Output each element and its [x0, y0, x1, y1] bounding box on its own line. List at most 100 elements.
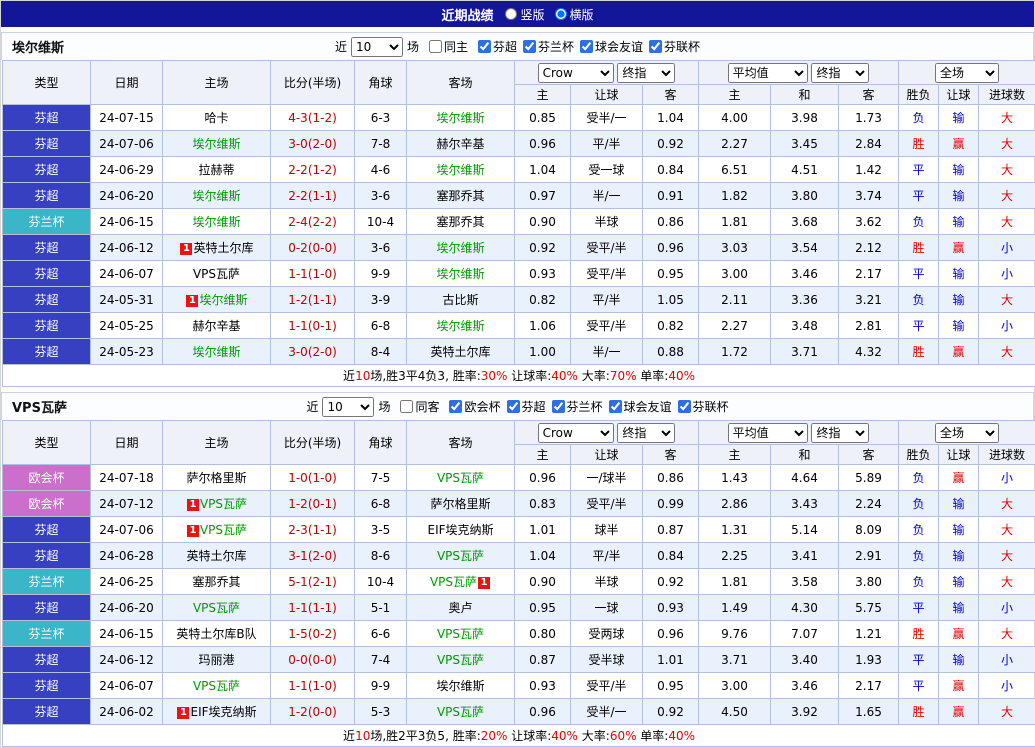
away-team: 塞那乔其	[407, 183, 515, 209]
team-label: 英特土尔库	[193, 241, 253, 255]
focal-team-label: VPS瓦萨	[437, 653, 484, 667]
result-handicap: 输	[939, 313, 979, 339]
league-filter-input[interactable]	[580, 40, 593, 53]
view-option-horizontal[interactable]: 横版	[555, 6, 594, 23]
match-row: 芬超24-06-20埃尔维斯2-2(1-1)3-6塞那乔其0.97半/一0.91…	[3, 183, 1035, 209]
summary-text: 40%	[551, 729, 578, 743]
match-row: 芬超24-06-021EIF埃克纳斯1-2(0-0)5-3VPS瓦萨0.96受半…	[3, 699, 1035, 725]
league-filter-input[interactable]	[552, 400, 565, 413]
euro-home: 3.03	[699, 235, 771, 261]
topbar: 近期战绩 竖版横版	[1, 1, 1034, 27]
euro-home: 1.72	[699, 339, 771, 365]
corner-score: 7-4	[355, 647, 407, 673]
league-filter-checkbox[interactable]: 芬联杯	[678, 398, 729, 415]
view-option-label: 横版	[570, 6, 594, 23]
match-count-select[interactable]: 10	[322, 397, 374, 417]
scope-select[interactable]: 全场	[935, 423, 999, 443]
odds-provider-mode-select[interactable]: 终指	[617, 63, 675, 83]
league-filter-input[interactable]	[449, 400, 462, 413]
result-handicap: 输	[939, 595, 979, 621]
home-team: VPS瓦萨	[163, 595, 271, 621]
league-filter-checkbox[interactable]: 芬联杯	[649, 38, 700, 55]
match-type: 欧会杯	[3, 465, 91, 491]
team-label: 塞那乔其	[192, 575, 240, 589]
league-filter-label: 芬超	[522, 398, 546, 415]
league-filter-input[interactable]	[609, 400, 622, 413]
average-select[interactable]: 平均值	[728, 423, 808, 443]
view-radio[interactable]	[505, 8, 517, 20]
view-mode-radios: 竖版 横版	[505, 6, 593, 23]
same-venue-input[interactable]	[429, 40, 442, 53]
match-row: 芬超24-05-25赫尔辛基1-1(0-1)6-8埃尔维斯1.06受平/半0.8…	[3, 313, 1035, 339]
euro-home: 2.11	[699, 287, 771, 313]
focal-team-label: VPS瓦萨	[193, 601, 240, 615]
league-filter-checkbox[interactable]: 芬超	[507, 398, 546, 415]
league-filter-checkbox[interactable]: 芬超	[478, 38, 517, 55]
match-count-select[interactable]: 10	[351, 37, 403, 57]
same-venue-checkbox[interactable]: 同主	[429, 38, 468, 55]
asian-away: 0.86	[643, 465, 699, 491]
team-label: EIF埃克纳斯	[190, 705, 256, 719]
result-group: 全场	[899, 421, 1035, 445]
view-option-vertical[interactable]: 竖版	[505, 6, 544, 23]
match-score: 1-5(0-2)	[271, 621, 355, 647]
average-mode-select[interactable]: 终指	[811, 63, 869, 83]
corner-score: 4-6	[355, 157, 407, 183]
league-filter-checkbox[interactable]: 芬兰杯	[523, 38, 574, 55]
league-filter-checkbox[interactable]: 球会友谊	[580, 38, 643, 55]
asian-handicap: 受平/半	[571, 673, 643, 699]
col-asian-away: 客	[643, 85, 699, 105]
summary-text: 让球率:	[507, 729, 551, 743]
euro-away: 2.91	[839, 543, 899, 569]
average-mode-select[interactable]: 终指	[811, 423, 869, 443]
away-team: 奥卢	[407, 595, 515, 621]
col-result-handicap: 让球	[939, 85, 979, 105]
odds-provider-select[interactable]: Crow	[538, 63, 614, 83]
result-goals: 小	[979, 673, 1035, 699]
league-filter-input[interactable]	[478, 40, 491, 53]
league-filter-input[interactable]	[678, 400, 691, 413]
asian-away: 1.04	[643, 105, 699, 131]
match-date: 24-06-02	[91, 699, 163, 725]
league-filter-checkbox[interactable]: 欧会杯	[449, 398, 500, 415]
asian-away: 0.84	[643, 543, 699, 569]
result-goals: 大	[979, 157, 1035, 183]
odds-provider-mode-select[interactable]: 终指	[617, 423, 675, 443]
team-label: 萨尔格里斯	[186, 471, 246, 485]
league-filter-input[interactable]	[649, 40, 662, 53]
same-venue-checkbox[interactable]: 同客	[400, 398, 439, 415]
same-venue-input[interactable]	[400, 400, 413, 413]
col-result-goals: 进球数	[979, 445, 1035, 465]
summary-text: 30%	[481, 369, 508, 383]
asian-home: 0.90	[515, 569, 571, 595]
corner-score: 8-4	[355, 339, 407, 365]
euro-away: 3.74	[839, 183, 899, 209]
league-filter-checkbox[interactable]: 芬兰杯	[552, 398, 603, 415]
focal-team-label: 埃尔维斯	[192, 189, 240, 203]
odds-provider-select[interactable]: Crow	[538, 423, 614, 443]
focal-team-label: VPS瓦萨	[437, 549, 484, 563]
euro-draw: 3.92	[771, 699, 839, 725]
scope-select[interactable]: 全场	[935, 63, 999, 83]
red-card-badge: 1	[187, 499, 199, 511]
league-filter-label: 芬兰杯	[538, 38, 574, 55]
match-row: 芬超24-06-07VPS瓦萨1-1(1-0)9-9埃尔维斯0.93受平/半0.…	[3, 673, 1035, 699]
match-score: 2-2(1-2)	[271, 157, 355, 183]
league-filter-checkbox[interactable]: 球会友谊	[609, 398, 672, 415]
average-select[interactable]: 平均值	[728, 63, 808, 83]
focal-team-label: VPS瓦萨	[437, 627, 484, 641]
result-outcome: 平	[899, 183, 939, 209]
summary-text: 场,胜2平3负5, 胜率:	[370, 729, 480, 743]
corner-score: 5-1	[355, 595, 407, 621]
asian-away: 0.86	[643, 209, 699, 235]
euro-draw: 4.64	[771, 465, 839, 491]
filter-bar: 近 10 场 同客 欧会杯芬超芬兰杯球会友谊芬联杯	[172, 397, 1033, 417]
asian-handicap: 受平/半	[571, 235, 643, 261]
league-filter-input[interactable]	[507, 400, 520, 413]
corner-score: 3-6	[355, 235, 407, 261]
view-radio[interactable]	[555, 8, 567, 20]
league-filter-input[interactable]	[523, 40, 536, 53]
euro-draw: 3.54	[771, 235, 839, 261]
col-result-outcome: 胜负	[899, 445, 939, 465]
focal-team-label: 埃尔维斯	[192, 215, 240, 229]
